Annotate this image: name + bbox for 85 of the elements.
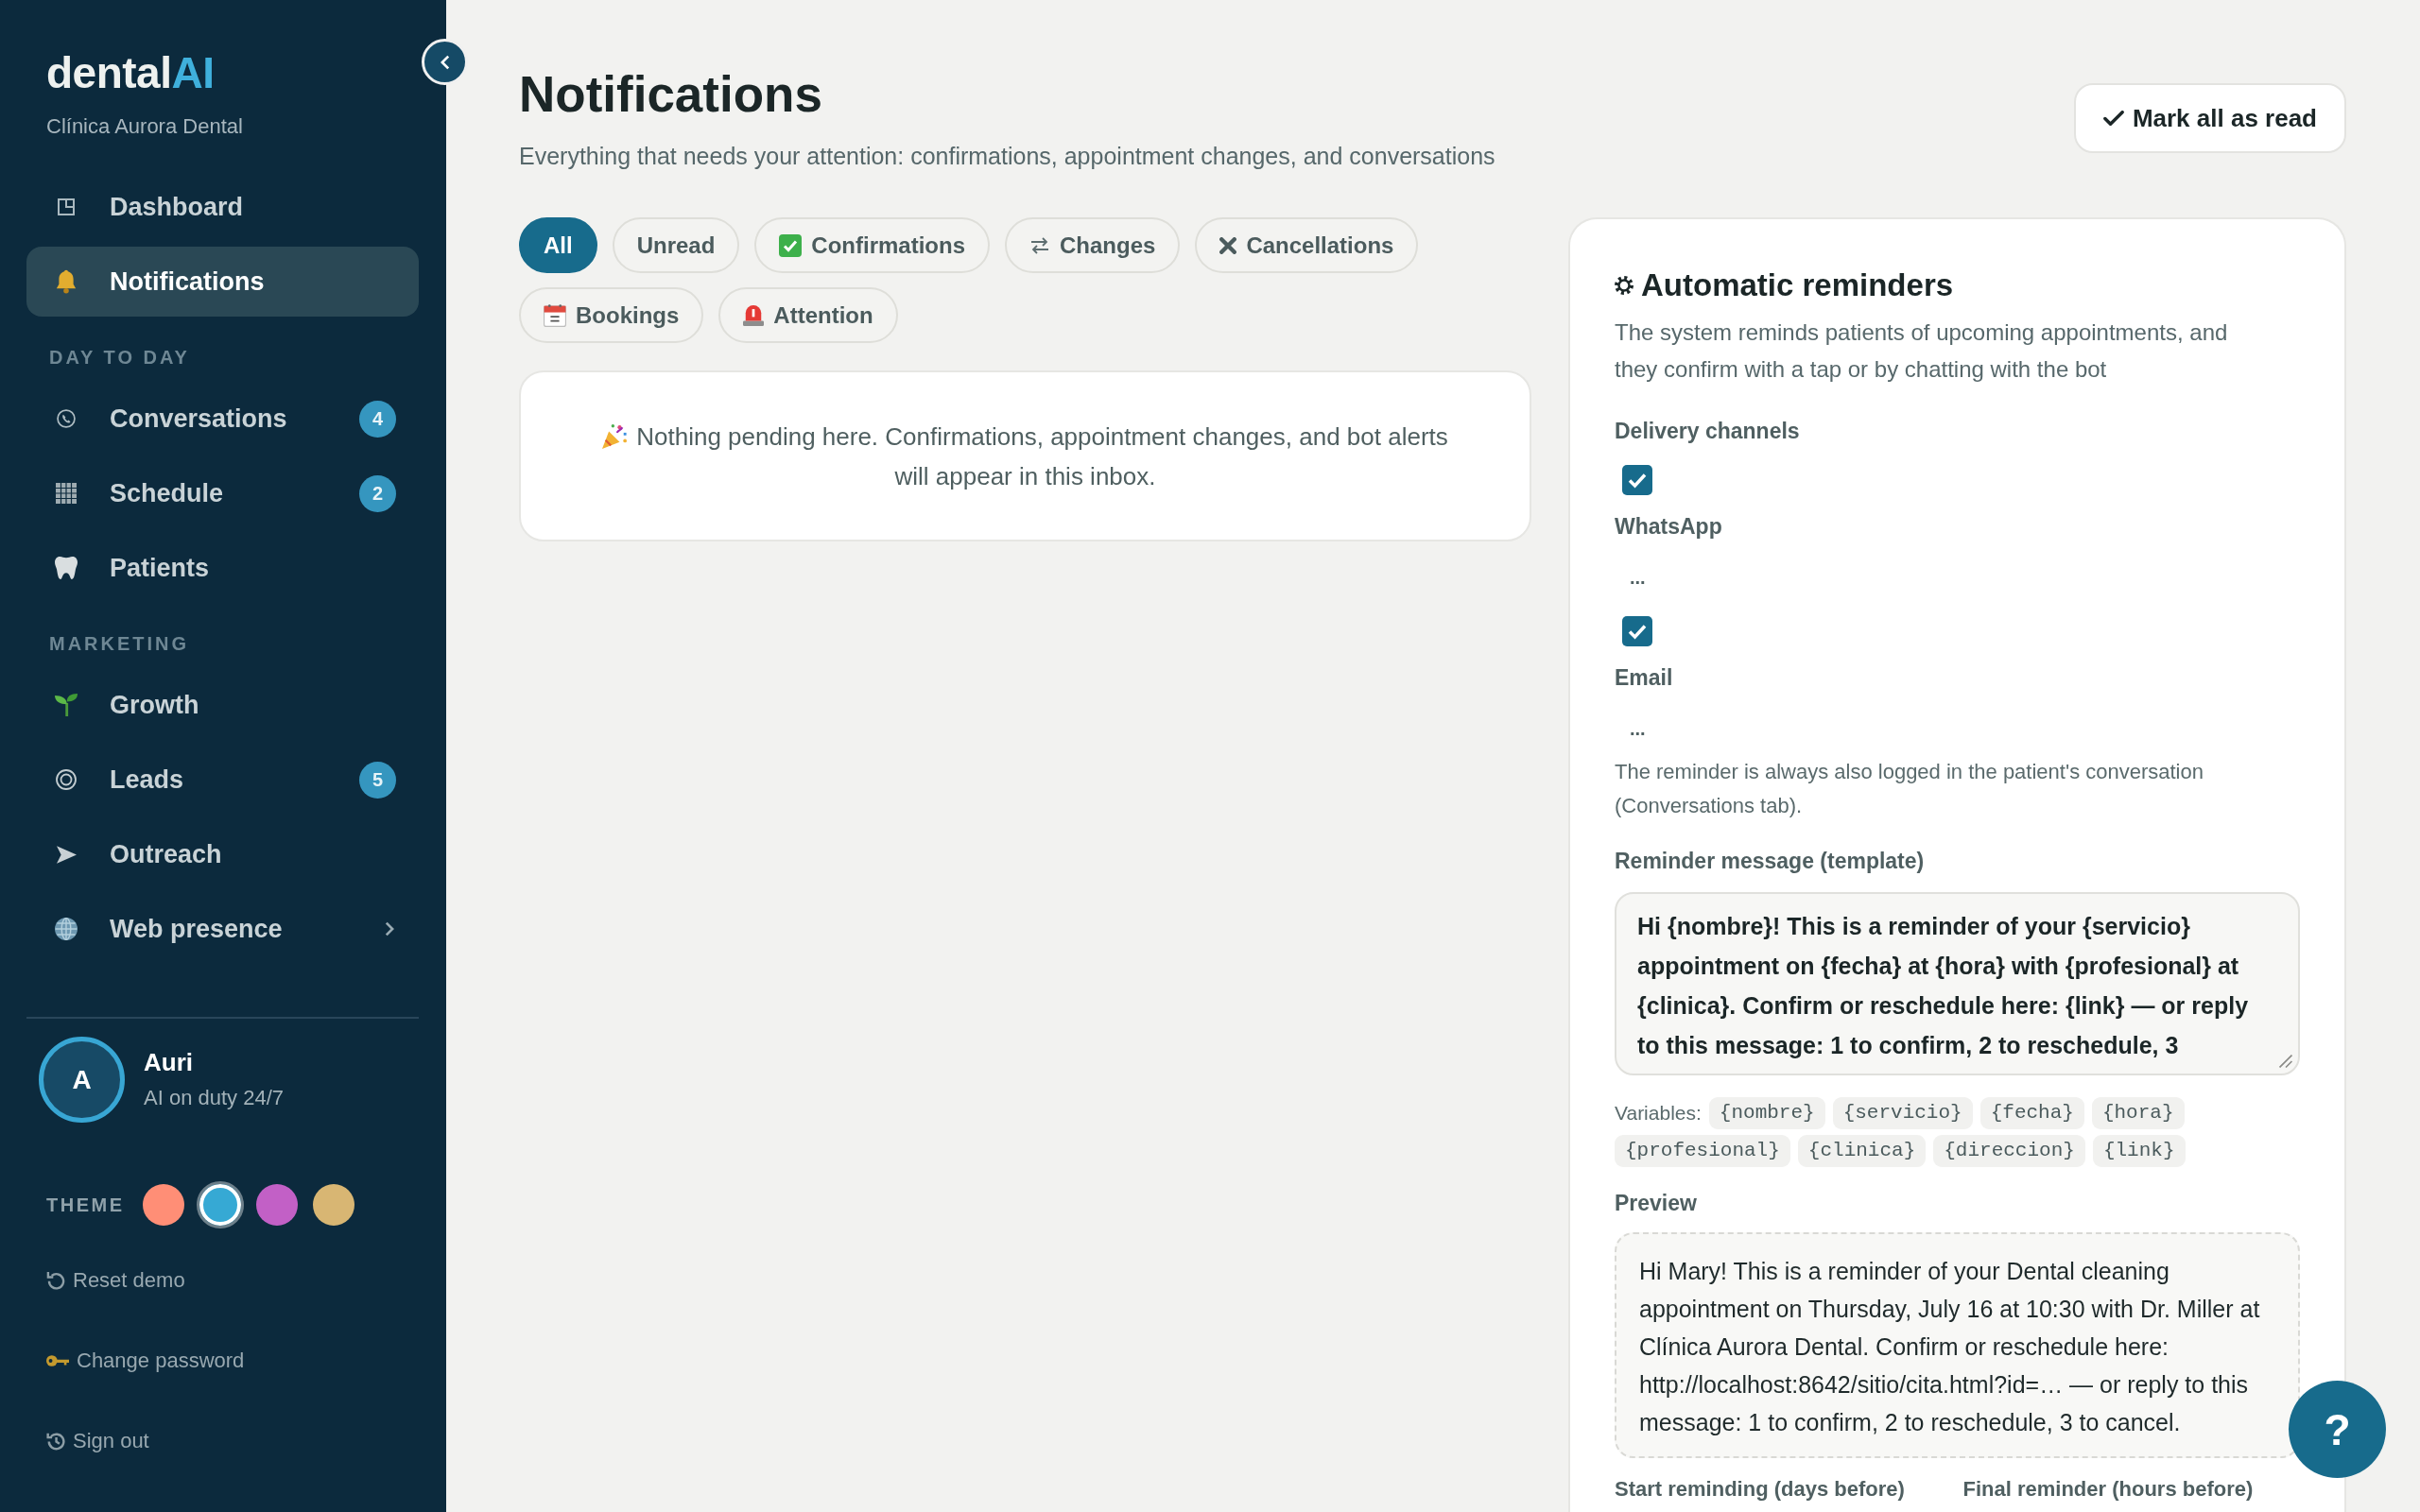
variable-tag: {nombre} <box>1708 1097 1825 1129</box>
nav-item[interactable]: Notifications <box>26 247 419 317</box>
variable-tag: {clinica} <box>1797 1135 1927 1167</box>
tooth-icon <box>55 557 78 579</box>
checkbox[interactable] <box>1622 616 1652 646</box>
channel-label: WhatsApp <box>1615 513 1722 541</box>
check-icon <box>2102 111 2124 126</box>
mark-all-read-button[interactable]: Mark all as read <box>2073 83 2346 153</box>
theme-swatch[interactable] <box>255 1184 298 1226</box>
grid-icon <box>56 483 77 504</box>
layout-icon <box>58 198 75 215</box>
channel-detail: ... <box>1630 717 1646 741</box>
nav-item[interactable]: Outreach <box>26 819 419 889</box>
nav-item[interactable]: Growth <box>26 670 419 740</box>
avatar: A <box>39 1037 125 1123</box>
filter-chip[interactable]: Bookings <box>519 287 704 343</box>
count-badge: 5 <box>359 761 396 799</box>
resize-grip-icon[interactable] <box>2279 1055 2292 1068</box>
phone-icon <box>57 409 76 428</box>
cross-icon <box>1219 236 1237 254</box>
panel-description: The system reminds patients of upcoming appointments, and they confirm with a tap or by chatting with the bot <box>1615 318 2229 384</box>
filter-chip[interactable]: Unread <box>612 217 740 273</box>
variable-tag: {direccion} <box>1933 1135 2085 1167</box>
filter-chip[interactable]: Attention <box>718 287 898 343</box>
section-label: DAY TO DAY <box>49 346 190 369</box>
panel-title: Automatic reminders <box>1641 266 1954 304</box>
page-title: Notifications <box>519 65 822 124</box>
preview-box: Hi Mary! This is a reminder of your Dental cleaning appointment on Thursday, July 16 at 10:30 with Dr. Miller at Clínica Aurora Dental. Confirm or reschedule here: http://localhost:8642/sitio/cita.html?id=… — or reply to this message: 1 to confirm, 2 to reschedule, 3 to cancel. <box>1615 1232 2300 1458</box>
logo: dentalAI <box>46 48 215 97</box>
siren-icon <box>743 304 765 326</box>
checkbox[interactable] <box>1622 465 1652 495</box>
count-badge: 2 <box>359 474 396 512</box>
user-status: AI on duty 24/7 <box>144 1085 284 1111</box>
party-popper-icon <box>602 424 628 449</box>
calendar-icon <box>544 303 566 327</box>
theme-label: THEME <box>46 1194 125 1216</box>
nav-item[interactable]: Conversations <box>26 384 348 454</box>
swap-arrows-icon <box>1029 236 1051 254</box>
target-icon <box>56 769 77 790</box>
field-label: Preview <box>1615 1190 1697 1217</box>
nav-item[interactable]: Schedule <box>26 458 348 528</box>
count-badge: 4 <box>359 400 396 438</box>
variables-label: Variables: <box>1615 1101 1702 1125</box>
page-subtitle: Everything that needs your attention: confirmations, appointment changes, and conversations <box>519 142 1495 171</box>
variable-tag: {fecha} <box>1979 1097 2084 1129</box>
key-icon <box>46 1355 69 1366</box>
variable-tag: {link} <box>2092 1135 2186 1167</box>
field-label: Final reminder (hours before) <box>1962 1477 2255 1502</box>
empty-message: Nothing pending here. Confirmations, appointment changes, and bot alerts will appear in this inbox. <box>636 422 1448 490</box>
filter-chip[interactable]: All <box>519 217 597 273</box>
sidebar-link[interactable]: Change password <box>46 1348 245 1374</box>
variable-tag: {servicio} <box>1832 1097 1973 1129</box>
sidebar-link[interactable]: Sign out <box>46 1428 149 1454</box>
template-field[interactable]: Hi {nombre}! This is a reminder of your {servicio} appointment on {fecha} at {hora} with {profesional} at {clinica}. Confirm or reschedule here: {link} — or reply to this message: 1 to confirm, 2 to reschedule, 3 <box>1615 892 2300 1075</box>
help-text: The reminder is always also logged in the patient's conversation (Conversations tab). <box>1615 759 2204 819</box>
globe-icon <box>55 918 78 940</box>
field-label: Start reminding (days before) <box>1615 1477 1906 1502</box>
theme-swatch[interactable] <box>196 1181 244 1228</box>
gear-icon <box>1615 276 1634 295</box>
clinic-name: Clínica Aurora Dental <box>46 113 243 140</box>
check-square-icon <box>779 233 803 257</box>
nav-item[interactable]: Leads <box>26 745 348 815</box>
sidebar-link[interactable]: Reset demo <box>46 1267 185 1294</box>
nav-item[interactable]: Web presence <box>26 894 373 964</box>
variable-tag: {profesional} <box>1615 1135 1790 1167</box>
refresh-icon <box>46 1271 65 1290</box>
bell-icon <box>56 269 77 294</box>
chevron-left-icon <box>440 54 450 70</box>
section-label: MARKETING <box>49 632 190 655</box>
arrow-icon <box>56 845 77 864</box>
channel-label: Email <box>1615 664 1673 692</box>
nav-item[interactable]: Patients <box>26 533 419 603</box>
field-label: Delivery channels <box>1615 418 1800 445</box>
filter-chip[interactable]: Confirmations <box>754 217 991 273</box>
theme-swatch[interactable] <box>312 1184 354 1226</box>
filter-chip[interactable]: Cancellations <box>1195 217 1419 273</box>
user-name: Auri <box>144 1048 193 1076</box>
history-icon <box>46 1432 65 1451</box>
field-label: Reminder message (template) <box>1615 848 1925 875</box>
nav-item[interactable]: Dashboard <box>26 172 419 242</box>
channel-detail: ... <box>1630 566 1646 590</box>
variable-tag: {hora} <box>2091 1097 2185 1129</box>
theme-swatch[interactable] <box>142 1184 184 1226</box>
sprout-icon <box>55 694 78 716</box>
filter-chip[interactable]: Changes <box>1005 217 1181 273</box>
